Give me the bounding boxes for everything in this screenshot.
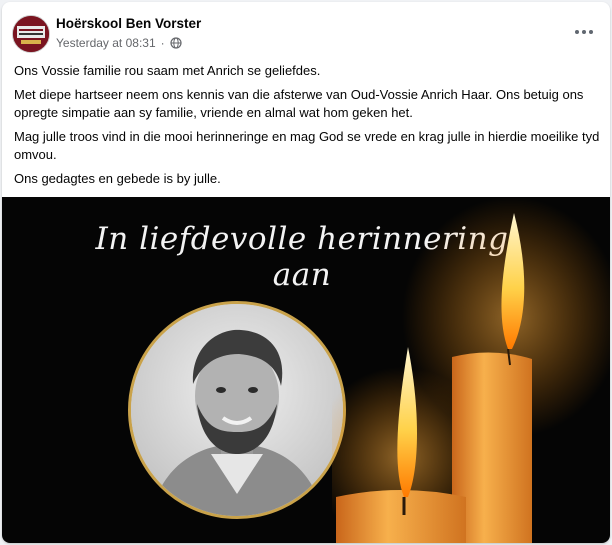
school-logo-icon bbox=[13, 16, 49, 52]
post-paragraph: Ons Vossie familie rou saam met Anrich s… bbox=[14, 63, 321, 78]
post-header: Hoërskool Ben Vorster Yesterday at 08:31… bbox=[2, 2, 610, 58]
post-paragraph: Ons gedagtes en gebede is by julle. bbox=[14, 171, 221, 186]
candles-illustration bbox=[332, 197, 610, 543]
meta-separator: · bbox=[160, 36, 165, 50]
facebook-post: Hoërskool Ben Vorster Yesterday at 08:31… bbox=[2, 2, 610, 543]
memorial-portrait bbox=[128, 301, 346, 519]
page-name-link[interactable]: Hoërskool Ben Vorster bbox=[56, 16, 201, 31]
more-options-icon[interactable] bbox=[570, 22, 598, 42]
post-meta: Yesterday at 08:31 · bbox=[56, 36, 182, 50]
page-avatar[interactable] bbox=[12, 15, 50, 53]
post-timestamp[interactable]: Yesterday at 08:31 bbox=[56, 36, 156, 50]
post-paragraph: Met diepe hartseer neem ons kennis van d… bbox=[14, 87, 584, 120]
post-image[interactable]: In liefdevolle herinnering aan bbox=[2, 197, 610, 543]
post-paragraph: Mag julle troos vind in die mooi herinne… bbox=[14, 129, 600, 162]
globe-icon[interactable] bbox=[170, 37, 182, 49]
portrait-photo bbox=[131, 304, 343, 516]
post-text: Ons Vossie familie rou saam met Anrich s… bbox=[14, 62, 602, 194]
